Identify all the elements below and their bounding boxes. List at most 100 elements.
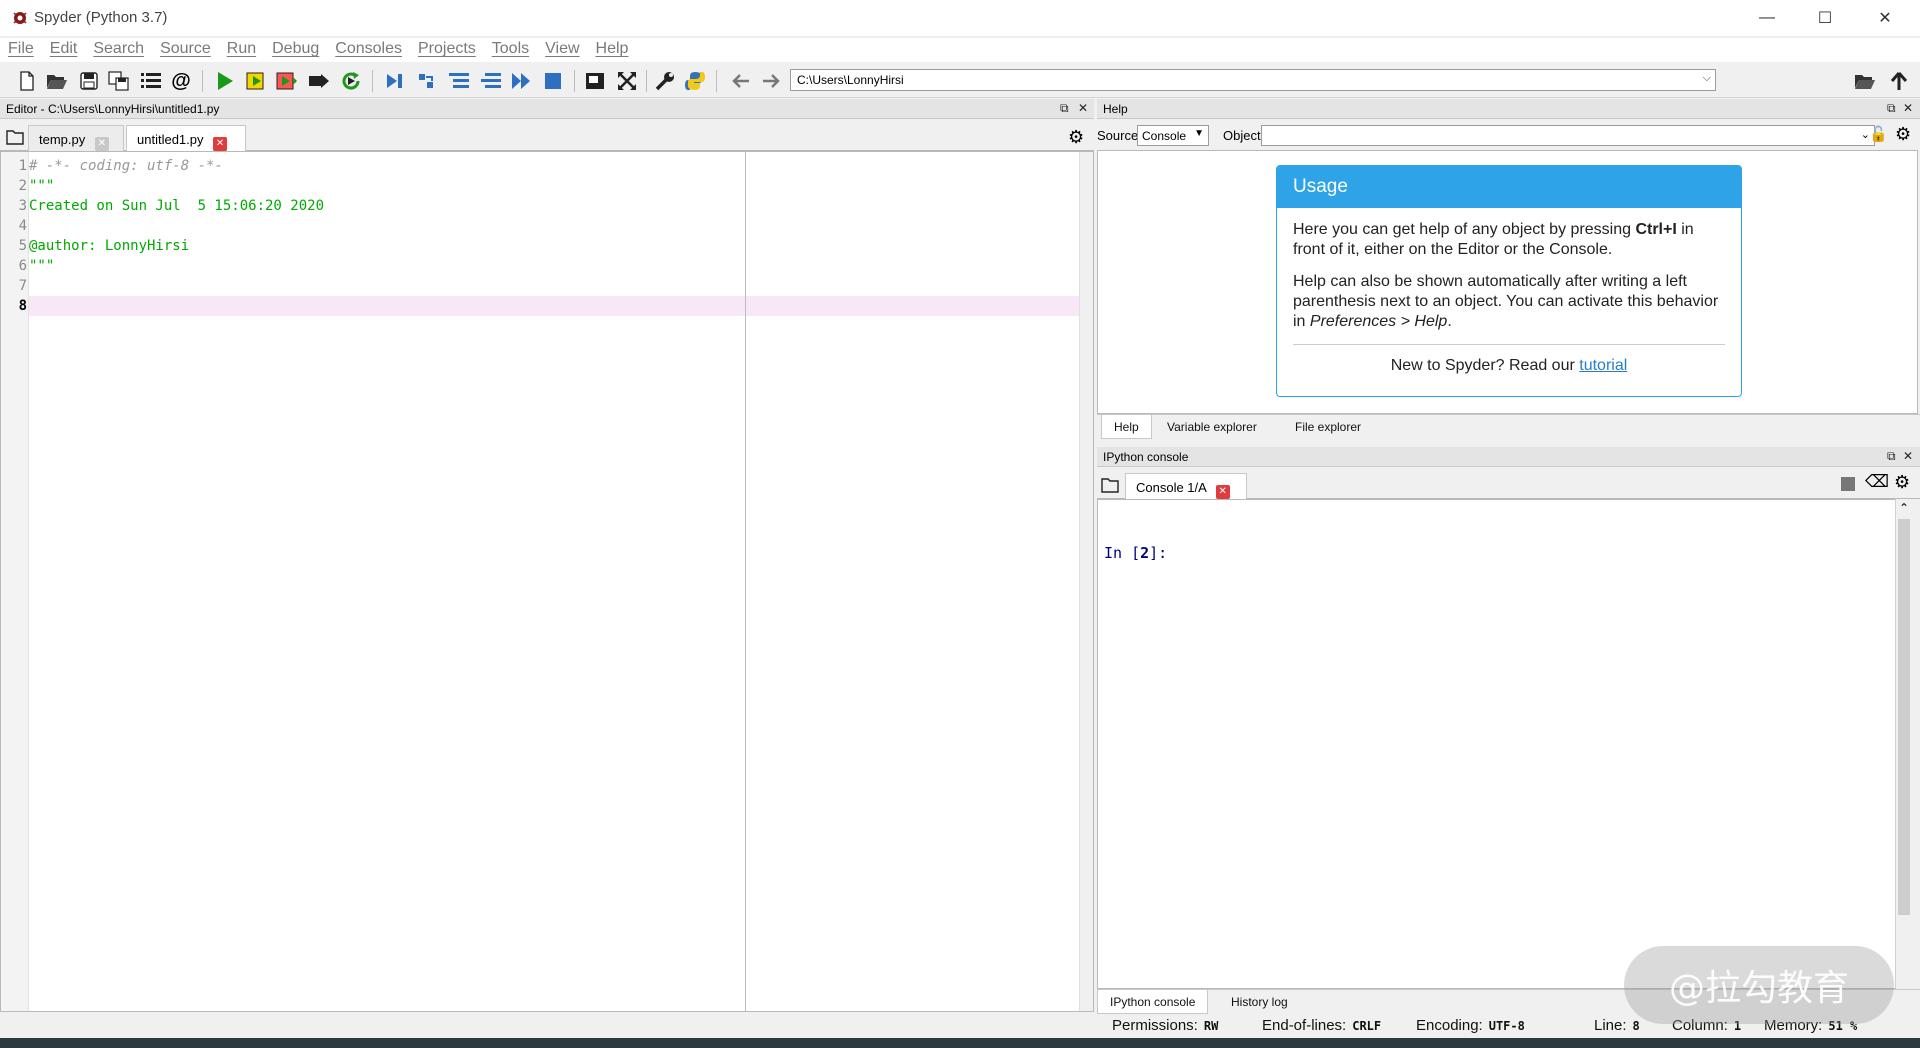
stop-debug-icon[interactable]	[540, 68, 566, 94]
code-editor[interactable]: 1 # -*- coding: utf-8 -*- 2 """ 3 Created o…	[0, 151, 1094, 1012]
save-file-icon[interactable]	[76, 68, 102, 94]
fullscreen-icon[interactable]	[614, 68, 640, 94]
object-combo[interactable]: ⌄	[1261, 125, 1875, 146]
status-value: CRLF	[1352, 1019, 1382, 1033]
back-arrow-icon[interactable]	[728, 68, 754, 94]
code-line: 5 @author: LonnyHirsi	[19, 236, 1077, 256]
console-prompt: In [2]:	[1104, 544, 1167, 562]
close-pane-icon[interactable]: ✕	[1078, 101, 1088, 115]
rerun-icon[interactable]	[338, 68, 364, 94]
toolbar-separator	[574, 70, 575, 92]
status-value: 8	[1632, 1019, 1640, 1033]
browse-tabs-icon[interactable]	[1101, 477, 1119, 496]
help-options-gear-icon[interactable]: ⚙	[1895, 124, 1911, 145]
menu-run[interactable]: Run	[227, 38, 264, 62]
code-string: """	[29, 178, 55, 194]
menu-tools[interactable]: Tools	[492, 38, 537, 62]
run-selection-icon[interactable]	[306, 68, 332, 94]
undock-icon[interactable]: ⧉	[1060, 101, 1069, 116]
line-number: 6	[18, 258, 27, 274]
console-scrollbar[interactable]: ⌃	[1895, 499, 1913, 989]
lock-icon[interactable]: 🔓	[1869, 125, 1888, 143]
maximize-pane-icon[interactable]	[582, 68, 608, 94]
menu-help[interactable]: Help	[596, 38, 637, 62]
menu-view[interactable]: View	[545, 38, 587, 62]
tab-variable-explorer[interactable]: Variable explorer	[1155, 415, 1269, 439]
ipython-console[interactable]: In [2]:	[1097, 499, 1908, 989]
run-cell-advance-icon[interactable]	[274, 68, 300, 94]
help-toolbar: Source Console ▼ Object ⌄ 🔓 ⚙	[1097, 121, 1920, 151]
status-permissions: Permissions: RW	[1112, 1017, 1218, 1034]
code-string: """	[29, 258, 55, 274]
help-pane-header: Help ⧉ ✕	[1097, 99, 1920, 119]
tab-temp-py[interactable]: temp.py ✕	[28, 125, 124, 151]
tab-ipython-console[interactable]: IPython console	[1097, 990, 1209, 1014]
close-window-button[interactable]: ✕	[1856, 0, 1914, 36]
console-options-gear-icon[interactable]: ⚙	[1894, 472, 1910, 493]
python-path-icon[interactable]	[682, 68, 708, 94]
usage-footer: New to Spyder? Read our tutorial	[1277, 345, 1741, 375]
code-lines: 1 # -*- coding: utf-8 -*- 2 """ 3 Created o…	[19, 156, 1077, 316]
close-tab-icon[interactable]: ✕	[94, 137, 109, 151]
close-tab-icon[interactable]: ✕	[1215, 485, 1230, 499]
usage-text: Here you can get help of any object by p…	[1277, 208, 1741, 332]
clear-console-eraser-icon[interactable]: ⌫	[1865, 472, 1889, 492]
forward-arrow-icon[interactable]	[758, 68, 784, 94]
menu-edit[interactable]: Edit	[50, 38, 86, 62]
undock-icon[interactable]: ⧉	[1887, 449, 1896, 464]
toolbar-separator	[202, 70, 203, 92]
tab-help[interactable]: Help	[1101, 415, 1152, 439]
menu-projects[interactable]: Projects	[418, 38, 484, 62]
menu-file[interactable]: File	[8, 38, 42, 62]
run-file-icon[interactable]	[212, 68, 238, 94]
menu-source[interactable]: Source	[160, 38, 219, 62]
scroll-up-icon[interactable]: ⌃	[1899, 501, 1909, 515]
file-switcher-icon[interactable]	[138, 68, 164, 94]
tab-console-1a[interactable]: Console 1/A ✕	[1125, 473, 1247, 499]
maximize-button[interactable]: ☐	[1796, 0, 1854, 36]
usage-title: Usage	[1277, 166, 1741, 208]
title-bar: Spyder (Python 3.7) — ☐ ✕	[0, 0, 1920, 36]
menu-consoles[interactable]: Consoles	[335, 38, 410, 62]
menu-search[interactable]: Search	[93, 38, 152, 62]
help-viewer: Usage Here you can get help of any objec…	[1097, 150, 1918, 414]
close-tab-icon[interactable]: ✕	[213, 137, 228, 151]
shortcut-key: Ctrl+I	[1635, 221, 1677, 238]
tab-untitled1-py[interactable]: untitled1.py ✕	[126, 125, 246, 151]
run-cell-icon[interactable]	[244, 68, 270, 94]
scrollbar-thumb[interactable]	[1898, 519, 1910, 915]
debug-icon[interactable]	[382, 68, 408, 94]
help-pane-tabs: Help Variable explorer File explorer	[1097, 414, 1920, 439]
code-string: @author: LonnyHirsi	[29, 238, 190, 254]
editor-scrollbar[interactable]	[1079, 152, 1093, 1011]
minimize-button[interactable]: —	[1738, 0, 1796, 36]
close-pane-icon[interactable]: ✕	[1903, 101, 1913, 115]
open-file-icon[interactable]	[44, 68, 70, 94]
step-icon[interactable]	[414, 68, 440, 94]
step-return-icon[interactable]	[478, 68, 504, 94]
line-number: 8	[18, 298, 27, 314]
chevron-down-icon[interactable]: ⌵	[1703, 72, 1711, 85]
tutorial-link[interactable]: tutorial	[1579, 357, 1627, 374]
tab-history-log[interactable]: History log	[1219, 990, 1300, 1014]
continue-icon[interactable]	[508, 68, 534, 94]
symbol-finder-icon[interactable]: @	[168, 68, 194, 94]
stop-kernel-icon[interactable]	[1841, 477, 1855, 491]
browse-folder-icon[interactable]	[1852, 68, 1878, 94]
close-pane-icon[interactable]: ✕	[1903, 449, 1913, 463]
step-into-icon[interactable]	[446, 68, 472, 94]
source-combo[interactable]: Console ▼	[1137, 125, 1209, 146]
code-string: Created on Sun Jul 5 15:06:20 2020	[29, 198, 325, 214]
editor-options-gear-icon[interactable]: ⚙	[1068, 127, 1084, 148]
undock-icon[interactable]: ⧉	[1887, 101, 1896, 116]
new-file-icon[interactable]	[14, 68, 40, 94]
tab-file-explorer[interactable]: File explorer	[1283, 415, 1373, 439]
browse-tabs-icon[interactable]	[6, 129, 24, 148]
preferences-wrench-icon[interactable]	[652, 68, 678, 94]
save-all-icon[interactable]	[106, 68, 132, 94]
spyder-window: Spyder (Python 3.7) — ☐ ✕ File Edit Sear…	[0, 0, 1920, 1048]
menu-debug[interactable]: Debug	[272, 38, 327, 62]
parent-directory-icon[interactable]	[1886, 68, 1912, 94]
working-directory-combo[interactable]: C:\Users\LonnyHirsi ⌵	[790, 69, 1716, 91]
window-title: Spyder (Python 3.7)	[34, 9, 168, 26]
